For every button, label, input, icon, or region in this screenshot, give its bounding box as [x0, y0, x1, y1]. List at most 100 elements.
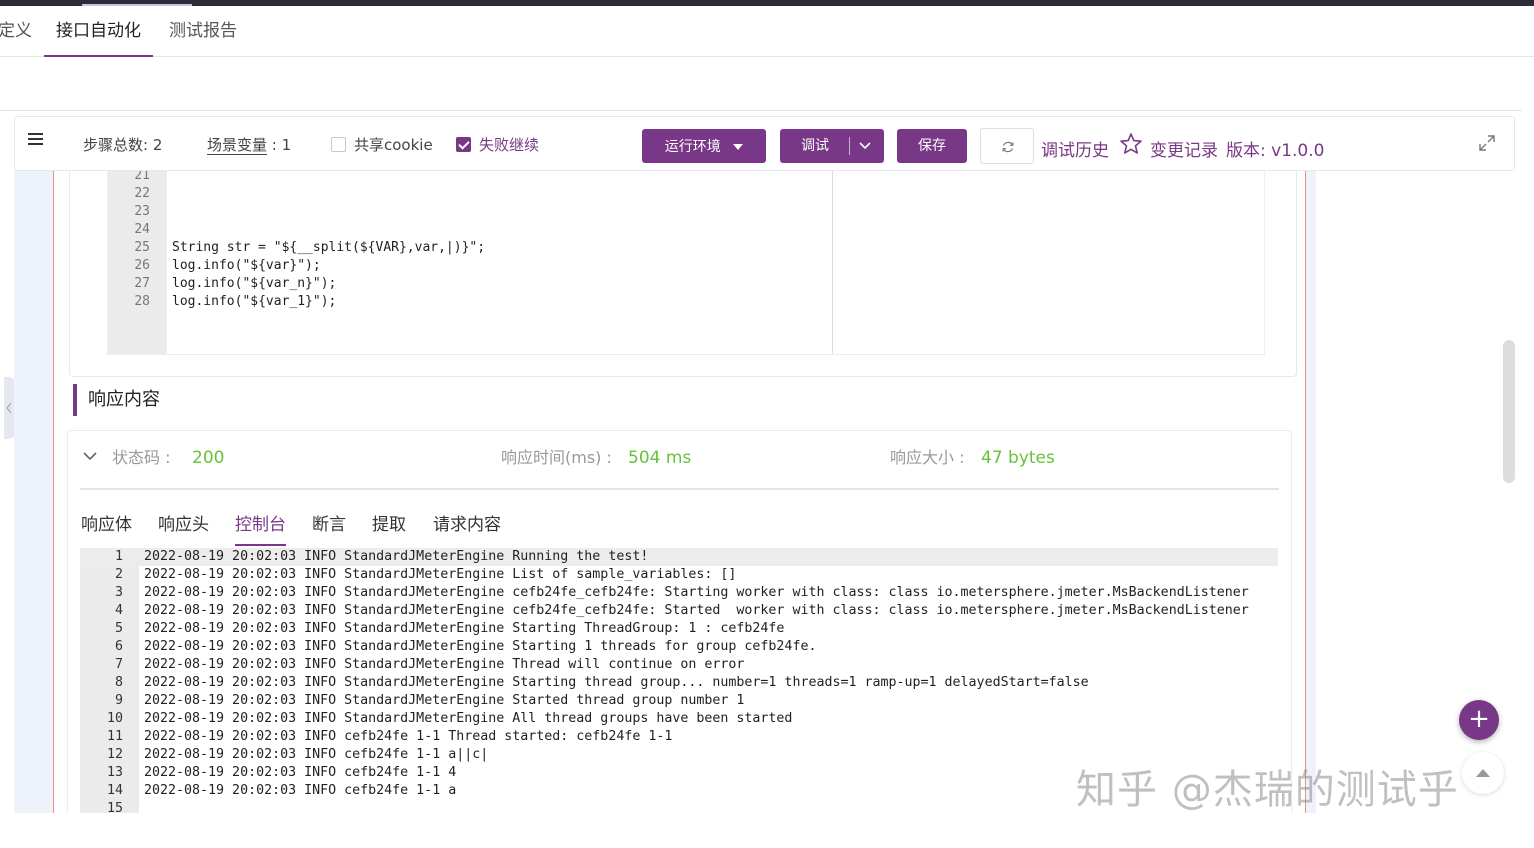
run-environment-button[interactable]: 运行环境 [642, 129, 766, 163]
line-number: 23 [134, 204, 150, 219]
console-text: 2022-08-19 20:02:03 INFO StandardJMeterE… [144, 621, 785, 636]
console-text: 2022-08-19 20:02:03 INFO StandardJMeterE… [144, 675, 1089, 690]
script-editor[interactable]: 21 22 23 24 25 String str = "${__split(${VAR}… [107, 168, 1265, 355]
add-step-button[interactable]: + [1459, 700, 1499, 740]
module-tabs: 定义 接口自动化 测试报告 [0, 6, 1534, 57]
run-environment-label: 运行环境 [664, 139, 721, 155]
tab-console[interactable]: 控制台 [235, 510, 286, 546]
console-text: 2022-08-19 20:02:03 INFO cefb24fe 1-1 4 [144, 765, 457, 780]
sidebar-collapse-handle[interactable] [4, 377, 14, 439]
console-line: 5 2022-08-19 20:02:03 INFO StandardJMeter… [80, 620, 1278, 638]
line-number: 26 [134, 258, 150, 273]
chevron-down-icon[interactable] [858, 130, 872, 164]
line-number: 12 [106, 747, 123, 762]
response-time-value: 504 ms [628, 448, 692, 468]
console-text: 2022-08-19 20:02:03 INFO StandardJMeterE… [144, 567, 737, 582]
line-number: 6 [114, 639, 123, 654]
caret-up-icon [1476, 769, 1490, 777]
code-line: log.info("${var_n}"); [172, 276, 337, 291]
line-number: 4 [114, 603, 123, 618]
checkbox-box[interactable] [331, 137, 346, 152]
console-line: 8 2022-08-19 20:02:03 INFO StandardJMeter… [80, 674, 1278, 692]
fullscreen-icon[interactable] [1478, 134, 1496, 156]
tab-assertions[interactable]: 断言 [312, 510, 346, 535]
response-size-label: 响应大小 : [890, 448, 965, 467]
change-record-link[interactable]: 变更记录 [1150, 136, 1218, 161]
console-text: 2022-08-19 20:02:03 INFO StandardJMeterE… [144, 639, 817, 654]
tab-extract[interactable]: 提取 [372, 510, 406, 535]
split-divider [849, 137, 850, 155]
share-cookie-label: 共享cookie [354, 136, 433, 154]
scene-variables: 场景变量 : 1 [207, 136, 292, 155]
status-code-label: 状态码 : [112, 448, 171, 467]
console-line: 6 2022-08-19 20:02:03 INFO StandardJMeter… [80, 638, 1278, 656]
line-number: 5 [114, 621, 123, 636]
tab-request-content[interactable]: 请求内容 [433, 510, 501, 535]
debug-history-link[interactable]: 调试历史 [1041, 136, 1109, 161]
console-text: 2022-08-19 20:02:03 INFO StandardJMeterE… [144, 693, 745, 708]
line-number: 9 [114, 693, 123, 708]
line-number: 11 [106, 729, 123, 744]
version-label: 版本: v1.0.0 [1226, 141, 1325, 161]
console-text: 2022-08-19 20:02:03 INFO StandardJMeterE… [144, 603, 1249, 618]
divider [0, 110, 1522, 111]
line-number: 25 [134, 240, 150, 255]
line-number: 14 [106, 783, 123, 798]
line-number: 10 [106, 711, 123, 726]
console-line: 9 2022-08-19 20:02:03 INFO StandardJMeter… [80, 692, 1278, 710]
tab-response-headers[interactable]: 响应头 [158, 510, 209, 535]
divider [80, 488, 1279, 490]
refresh-icon [1001, 139, 1015, 158]
line-number: 1 [114, 549, 123, 564]
watermark-text: 知乎 @杰瑞的测试乎 [1076, 767, 1459, 813]
console-text: 2022-08-19 20:02:03 INFO cefb24fe 1-1 Th… [144, 729, 673, 744]
step-count: 步骤总数: 2 [83, 136, 163, 154]
tab-definition[interactable]: 定义 [0, 6, 32, 57]
scene-variables-count: 1 [281, 136, 292, 154]
refresh-button[interactable] [980, 128, 1034, 164]
tab-test-report[interactable]: 测试报告 [169, 6, 237, 57]
line-number: 7 [114, 657, 123, 672]
share-cookie-checkbox[interactable]: 共享cookie [331, 134, 433, 155]
console-line: 4 2022-08-19 20:02:03 INFO StandardJMeter… [80, 602, 1278, 620]
console-text: 2022-08-19 20:02:03 INFO cefb24fe 1-1 a|… [144, 747, 489, 762]
line-number: 15 [106, 801, 123, 813]
line-number: 8 [114, 675, 123, 690]
response-section-title: 响应内容 [73, 384, 160, 416]
console-text: 2022-08-19 20:02:03 INFO StandardJMeterE… [144, 711, 793, 726]
editor-divider [832, 170, 833, 354]
star-icon[interactable] [1119, 132, 1143, 160]
scroll-top-button[interactable] [1462, 752, 1504, 794]
console-line: 3 2022-08-19 20:02:03 INFO StandardJMeter… [80, 584, 1278, 602]
console-text: 2022-08-19 20:02:03 INFO StandardJMeterE… [144, 657, 745, 672]
debug-split-button[interactable]: 调试 [780, 129, 884, 163]
debug-button[interactable]: 调试 [780, 129, 850, 163]
checkbox-box-checked[interactable] [456, 137, 471, 152]
console-text: 2022-08-19 20:02:03 INFO StandardJMeterE… [144, 585, 1249, 600]
console-line: 11 2022-08-19 20:02:03 INFO cefb24fe 1-1 … [80, 728, 1278, 746]
response-size-value: 47 bytes [981, 448, 1055, 468]
menu-icon[interactable] [28, 132, 44, 150]
line-number: 22 [134, 186, 150, 201]
console-text: 2022-08-19 20:02:03 INFO StandardJMeterE… [144, 549, 649, 564]
tab-response-body[interactable]: 响应体 [81, 510, 132, 535]
console-line: 2 2022-08-19 20:02:03 INFO StandardJMeter… [80, 566, 1278, 584]
console-line: 10 2022-08-19 20:02:03 INFO StandardJMete… [80, 710, 1278, 728]
code-line: log.info("${var_1}"); [172, 294, 337, 309]
console-line: 1 2022-08-19 20:02:03 INFO StandardJMeter… [80, 548, 1278, 566]
scene-variables-link[interactable]: 场景变量 [207, 136, 268, 155]
code-line: String str = "${__split(${VAR},var,|)}"; [172, 240, 486, 255]
line-number: 24 [134, 222, 150, 237]
save-button[interactable]: 保存 [897, 129, 967, 163]
collapse-chevron-icon[interactable] [82, 448, 98, 468]
step-count-value: 2 [152, 136, 163, 154]
console-text: 2022-08-19 20:02:03 INFO cefb24fe 1-1 a [144, 783, 457, 798]
line-number: 28 [134, 294, 150, 309]
tab-api-automation[interactable]: 接口自动化 [44, 6, 153, 57]
fail-continue-label: 失败继续 [479, 136, 540, 154]
fail-continue-checkbox[interactable]: 失败继续 [456, 134, 539, 155]
page-bottom [0, 813, 1534, 848]
scenario-toolbar: 步骤总数: 2 场景变量 : 1 共享cookie 失败继续 运行环境 调试 保… [14, 116, 1515, 171]
step-count-label: 步骤总数 [83, 136, 144, 154]
scrollbar-thumb[interactable] [1503, 340, 1515, 483]
